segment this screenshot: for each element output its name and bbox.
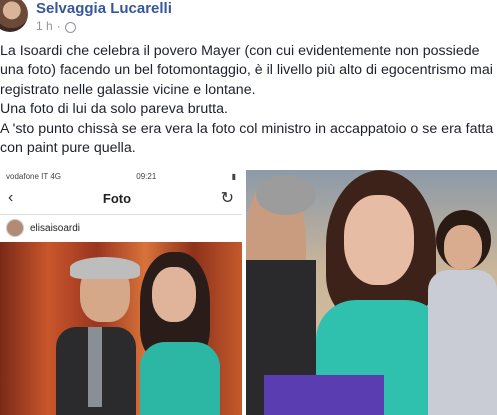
couple-photo[interactable] (0, 242, 242, 415)
clock-label: 09:21 (136, 171, 157, 181)
post-text: La Isoardi che celebra il povero Mayer (… (0, 42, 497, 158)
post-header: Selvaggia Lucarelli 1 h · (0, 0, 497, 38)
post-paragraph: A 'sto punto chissà se era vera la foto … (0, 120, 494, 157)
post-paragraph: La Isoardi che celebra il povero Mayer (… (0, 43, 493, 98)
post-meta: 1 h · (36, 19, 76, 33)
photo-nav-bar: ‹ Foto ↻ (0, 182, 242, 215)
author-name[interactable]: Selvaggia Lucarelli (36, 0, 172, 17)
post-photos[interactable]: vodafone IT 4G 09:21 ▮ ‹ Foto ↻ elisaiso… (0, 170, 497, 415)
refresh-icon[interactable]: ↻ (221, 188, 234, 208)
battery-icon: ▮ (231, 171, 236, 181)
user-avatar[interactable] (6, 219, 24, 237)
nav-title: Foto (102, 190, 132, 206)
author-avatar[interactable] (0, 0, 28, 32)
username[interactable]: elisaisoardi (30, 223, 80, 234)
post-time[interactable]: 1 h (36, 19, 53, 33)
meta-separator: · (56, 19, 61, 33)
tv-still-photo[interactable] (246, 170, 497, 415)
back-icon[interactable]: ‹ (8, 189, 13, 207)
carrier-label: vodafone IT 4G (6, 171, 61, 181)
instagram-screenshot[interactable]: vodafone IT 4G 09:21 ▮ ‹ Foto ↻ elisaiso… (0, 170, 242, 415)
globe-icon (64, 21, 76, 33)
post-paragraph: Una foto di lui da solo pareva brutta. (0, 101, 228, 118)
instagram-user-row[interactable]: elisaisoardi (0, 215, 242, 241)
phone-status-bar: vodafone IT 4G 09:21 ▮ (0, 170, 242, 182)
